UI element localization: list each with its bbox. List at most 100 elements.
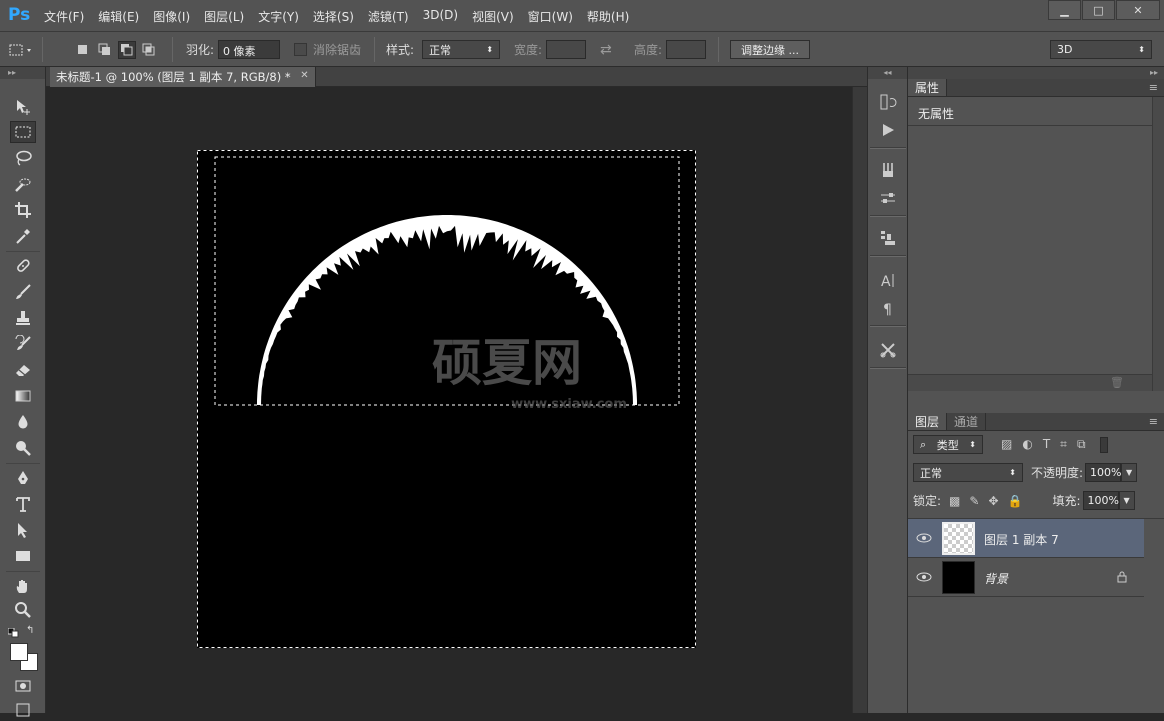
- toolbar-collapse-grip[interactable]: ▸▸: [0, 67, 45, 79]
- eye-icon[interactable]: [916, 571, 932, 583]
- height-input[interactable]: [666, 40, 707, 59]
- lock-transparent-icon[interactable]: ▩: [949, 494, 960, 508]
- clone-stamp-tool[interactable]: [10, 307, 36, 329]
- opacity-input[interactable]: 100%: [1085, 463, 1122, 482]
- hand-tool[interactable]: [10, 575, 36, 597]
- brush-tool[interactable]: [10, 281, 36, 303]
- width-input[interactable]: [546, 40, 587, 59]
- swap-icon[interactable]: ⇄: [600, 42, 612, 58]
- properties-tab-bar: 属性 ≡: [908, 79, 1164, 97]
- menu-file[interactable]: 文件(F): [44, 8, 84, 25]
- foreground-color-swatch[interactable]: [10, 643, 28, 661]
- smart-object-filter-icon[interactable]: ⧉: [1077, 437, 1086, 452]
- new-selection-button[interactable]: [74, 41, 92, 59]
- fill-input[interactable]: 100%: [1082, 491, 1119, 510]
- close-button[interactable]: ✕: [1116, 0, 1160, 20]
- menu-view[interactable]: 视图(V): [472, 8, 514, 25]
- adjustment-filter-icon[interactable]: ◐: [1022, 437, 1032, 452]
- shape-filter-icon[interactable]: ⌗: [1060, 437, 1067, 452]
- bandage-icon: [17, 259, 30, 272]
- document-canvas[interactable]: 硕夏网 www.sxiaw.com: [197, 150, 696, 648]
- lock-position-icon[interactable]: ✥: [988, 494, 998, 508]
- menu-help[interactable]: 帮助(H): [587, 8, 629, 25]
- tab-channels[interactable]: 通道: [947, 413, 987, 430]
- type-tool[interactable]: [10, 493, 36, 515]
- lock-all-icon[interactable]: 🔒: [1008, 494, 1023, 508]
- document-tab[interactable]: 未标题-1 @ 100% (图层 1 副本 7, RGB/8) * ✕: [50, 67, 316, 87]
- default-colors-icon[interactable]: [7, 627, 20, 638]
- tool-preset-picker[interactable]: [8, 32, 34, 67]
- menu-layer[interactable]: 图层(L): [204, 8, 244, 25]
- swap-colors-icon[interactable]: ↰: [26, 625, 38, 637]
- menu-filter[interactable]: 滤镜(T): [368, 8, 409, 25]
- panel-collapse-grip[interactable]: ▸▸: [908, 67, 1164, 79]
- menu-type[interactable]: 文字(Y): [258, 8, 299, 25]
- eyedropper-tool[interactable]: [10, 225, 36, 247]
- history-panel-button[interactable]: [876, 91, 900, 113]
- minimize-button[interactable]: ▁: [1048, 0, 1081, 20]
- tab-layers[interactable]: 图层: [908, 413, 948, 430]
- pixel-filter-icon[interactable]: ▨: [1001, 437, 1012, 452]
- chevron-down-icon[interactable]: ▼: [1121, 463, 1138, 482]
- style-dropdown[interactable]: 正常 ⬍: [422, 40, 501, 59]
- clone-source-icon: [881, 231, 895, 245]
- filter-toggle-switch[interactable]: [1099, 436, 1108, 453]
- chevron-down-icon[interactable]: ▼: [1118, 491, 1135, 510]
- layer-row[interactable]: 图层 1 副本 7: [908, 519, 1144, 558]
- layer-filter-dropdown[interactable]: ⌕ 类型 ⬍: [913, 435, 983, 454]
- menu-image[interactable]: 图像(I): [153, 8, 190, 25]
- quick-mask-button[interactable]: [10, 675, 36, 697]
- close-icon[interactable]: ✕: [300, 70, 308, 81]
- gradient-tool[interactable]: [10, 385, 36, 407]
- workspace-dropdown[interactable]: 3D ⬍: [1050, 40, 1152, 59]
- dodge-tool[interactable]: [10, 437, 36, 459]
- type-filter-icon[interactable]: T: [1043, 437, 1050, 452]
- panel-menu-icon[interactable]: ≡: [1149, 81, 1158, 94]
- history-brush-tool[interactable]: [10, 333, 36, 355]
- tab-properties[interactable]: 属性: [908, 79, 948, 96]
- feather-input[interactable]: 0 像素: [218, 40, 281, 59]
- lasso-tool[interactable]: [10, 147, 36, 169]
- eye-icon[interactable]: [916, 532, 932, 544]
- path-selection-tool[interactable]: [10, 519, 36, 541]
- dock-collapse-grip[interactable]: ◂◂: [868, 67, 907, 79]
- brush-presets-button[interactable]: [876, 159, 900, 181]
- maximize-button[interactable]: □: [1082, 0, 1115, 20]
- canvas-vertical-scrollbar[interactable]: [852, 87, 867, 713]
- blend-mode-dropdown[interactable]: 正常 ⬍: [913, 463, 1023, 482]
- antialias-checkbox[interactable]: [294, 43, 307, 56]
- paragraph-panel-button[interactable]: ¶: [876, 297, 900, 319]
- actions-panel-button[interactable]: [876, 119, 900, 141]
- pen-tool[interactable]: [10, 467, 36, 489]
- blur-tool[interactable]: [10, 411, 36, 433]
- lock-image-icon[interactable]: ✎: [969, 494, 979, 508]
- crop-tool[interactable]: [10, 199, 36, 221]
- spot-healing-tool[interactable]: [10, 255, 36, 277]
- gradient-icon: [15, 390, 31, 402]
- menu-3d[interactable]: 3D(D): [423, 8, 458, 25]
- quick-selection-tool[interactable]: [10, 173, 36, 195]
- move-tool[interactable]: [10, 96, 36, 118]
- menu-select[interactable]: 选择(S): [313, 8, 354, 25]
- zoom-tool[interactable]: [10, 599, 36, 621]
- canvas-workspace[interactable]: 硕夏网 www.sxiaw.com: [46, 87, 852, 713]
- layer-row[interactable]: 背景: [908, 558, 1144, 597]
- menu-window[interactable]: 窗口(W): [528, 8, 573, 25]
- adjustments-button[interactable]: [876, 187, 900, 209]
- menu-edit[interactable]: 编辑(E): [98, 8, 139, 25]
- screen-mode-button[interactable]: [10, 699, 36, 721]
- rectangular-marquee-tool[interactable]: [10, 121, 36, 143]
- trash-icon[interactable]: 🗑: [1110, 376, 1124, 389]
- subtract-selection-button[interactable]: [118, 40, 136, 59]
- tool-presets-button[interactable]: [876, 339, 900, 361]
- character-panel-button[interactable]: A: [876, 269, 900, 291]
- clone-source-button[interactable]: [876, 227, 900, 249]
- color-swatches[interactable]: [8, 641, 40, 673]
- intersect-selection-button[interactable]: [140, 41, 158, 59]
- refine-edge-button[interactable]: 调整边缘 ...: [730, 40, 810, 59]
- panel-menu-icon[interactable]: ≡: [1149, 415, 1158, 428]
- add-selection-button[interactable]: [96, 41, 114, 59]
- rectangle-tool[interactable]: [10, 545, 36, 567]
- eraser-tool[interactable]: [10, 359, 36, 381]
- properties-scrollbar[interactable]: [1152, 97, 1164, 391]
